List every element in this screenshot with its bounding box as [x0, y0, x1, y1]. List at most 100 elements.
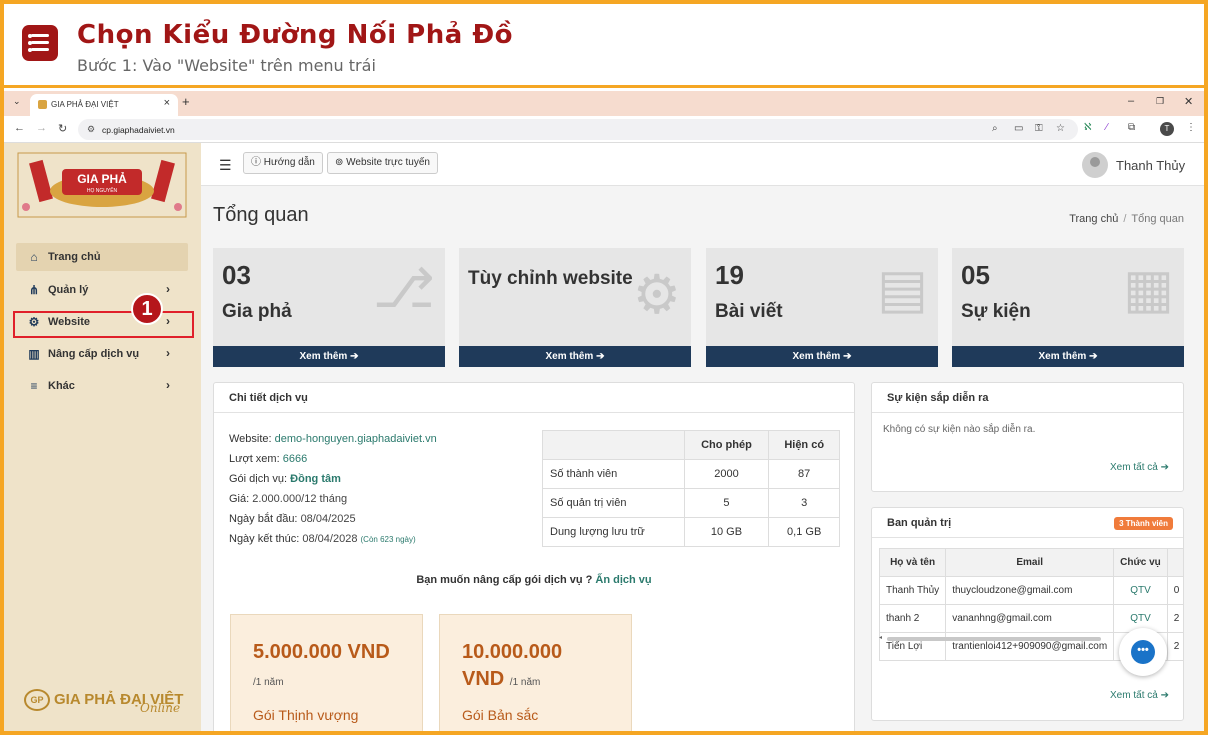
end-row: Ngày kết thúc: 08/04/2028 (Còn 623 ngày): [229, 533, 416, 545]
sidebar: GIA PHẢ HỌ NGUYỄN ⌂ Trang chủ ⋔ Quản lý …: [4, 143, 201, 731]
website-online-label: Website trực tuyến: [346, 157, 430, 168]
highlight-box: [13, 311, 194, 338]
sidebar-item-label: Khác: [48, 380, 75, 392]
browser-tab-bar: ⌄ GIA PHẢ ĐẠI VIỆT × + – ❐ ✕: [4, 91, 1204, 116]
info-icon: ⓘ: [251, 157, 261, 168]
tab-list-icon[interactable]: ⌄: [13, 96, 21, 107]
quota-table: Cho phép Hiện có Số thành viên 2000 87 Số …: [542, 430, 840, 547]
see-all-link[interactable]: Xem tất cả ➔: [1110, 690, 1169, 701]
sidebar-item-other[interactable]: ≡ Khác ›: [16, 372, 188, 400]
footer-online: Online: [140, 701, 181, 715]
site-settings-icon[interactable]: ⚙: [87, 124, 95, 135]
breadcrumb-current: Tổng quan: [1131, 213, 1184, 225]
card-more-button[interactable]: Xem thêm ➔: [706, 346, 938, 367]
plan-row: Gói dịch vụ: Đồng tâm: [229, 473, 341, 485]
table-row: Thanh Thủy thuycloudzone@gmail.com QTV 0: [878, 576, 1183, 605]
more-menu-icon[interactable]: ⋮: [1186, 122, 1196, 133]
pen-extension-icon[interactable]: ∕: [1106, 122, 1108, 133]
guide-button[interactable]: ⓘ Hướng dẫn: [243, 152, 323, 174]
empty-message: Không có sự kiện nào sắp diễn ra.: [883, 424, 1036, 435]
chevron-right-icon: ›: [166, 378, 170, 392]
stat-card-family: 03 Gia phả ⎇ Xem thêm ➔: [213, 248, 445, 367]
close-tab-icon[interactable]: ×: [164, 97, 170, 109]
footer-logo-badge: GP: [24, 689, 50, 711]
sidebar-item-label: Nâng cấp dịch vụ: [48, 348, 140, 360]
avatar: [1082, 152, 1108, 178]
tab-title: GIA PHẢ ĐẠI VIỆT: [51, 100, 119, 109]
package-card[interactable]: 5.000.000 VND/1 năm Gói Thịnh vượng: [230, 614, 423, 734]
card-number: 03: [222, 260, 251, 290]
sidebar-item-label: Trang chủ: [48, 251, 101, 263]
status-badge: 3 Thành viên: [1114, 517, 1173, 530]
hamburger-icon[interactable]: ☰: [219, 157, 232, 174]
chat-icon: •••: [1131, 640, 1155, 664]
tutorial-title: Chọn Kiểu Đường Nối Phả Đồ: [77, 20, 513, 50]
card-more-button[interactable]: Xem thêm ➔: [952, 346, 1184, 367]
gears-icon: ⚙: [632, 265, 681, 325]
family-logo: GIA PHẢ HỌ NGUYỄN: [17, 152, 187, 218]
calendar-icon: ▦: [1122, 259, 1174, 319]
price-row: Giá: 2.000.000/12 tháng: [229, 493, 348, 505]
list-icon: ≡: [30, 379, 38, 393]
cast-icon[interactable]: ▭: [1014, 123, 1023, 134]
admins-panel: Ban quản trị 3 Thành viên Họ và tên Email…: [871, 507, 1184, 721]
sidebar-item-manage[interactable]: ⋔ Quản lý ›: [16, 276, 188, 304]
see-all-link[interactable]: Xem tất cả ➔: [1110, 462, 1169, 473]
card-number: 05: [961, 260, 990, 290]
page-title: Tổng quan: [213, 204, 309, 226]
browser-tab[interactable]: GIA PHẢ ĐẠI VIỆT ×: [30, 94, 178, 116]
card-label: Bài viết: [715, 301, 783, 322]
card-more-button[interactable]: Xem thêm ➔: [213, 346, 445, 367]
guide-label: Hướng dẫn: [263, 157, 315, 168]
start-row: Ngày bắt đầu: 08/04/2025: [229, 513, 356, 525]
package-card[interactable]: 10.000.000 VND /1 năm Gói Bản sắc: [439, 614, 632, 734]
card-label: Tùy chỉnh website: [468, 268, 633, 289]
top-bar: ☰ ⓘ Hướng dẫn ⊚ Website trực tuyến Thanh…: [201, 143, 1204, 186]
footer-logo: GP GIA PHẢ ĐẠI VIỆT Online: [24, 689, 183, 715]
chat-support-button[interactable]: •••: [1119, 628, 1167, 676]
zoom-icon[interactable]: ⌕: [992, 123, 998, 134]
events-panel: Sự kiện sắp diễn ra Không có sự kiện nào…: [871, 382, 1184, 492]
sidebar-item-label: Quản lý: [48, 284, 89, 296]
sidebar-item-home[interactable]: ⌂ Trang chủ: [16, 243, 188, 271]
minimize-icon[interactable]: –: [1128, 95, 1134, 107]
forward-icon[interactable]: →: [36, 122, 47, 134]
step-badge: 1: [131, 293, 163, 325]
password-key-icon[interactable]: ⚿: [1035, 123, 1043, 134]
close-window-icon[interactable]: ✕: [1184, 95, 1193, 108]
website-link[interactable]: demo-honguyen.giaphadaiviet.vn: [275, 433, 437, 445]
panel-title: Chi tiết dịch vụ: [214, 383, 854, 413]
globe-icon: ⊚: [335, 157, 344, 168]
list-icon: [22, 25, 58, 61]
sidebar-item-upgrade[interactable]: ▥ Nâng cấp dịch vụ ›: [16, 340, 188, 368]
bookmark-star-icon[interactable]: ☆: [1056, 123, 1065, 134]
table-row: Số thành viên 2000 87: [542, 459, 840, 489]
restore-icon[interactable]: ❐: [1156, 96, 1164, 107]
stat-card-events: 05 Sự kiện ▦ Xem thêm ➔: [952, 248, 1184, 367]
tutorial-header: Chọn Kiểu Đường Nối Phả Đồ Bước 1: Vào "…: [4, 4, 1204, 88]
svg-text:GIA PHẢ: GIA PHẢ: [77, 171, 127, 186]
breadcrumb-home[interactable]: Trang chủ: [1069, 213, 1118, 225]
reload-icon[interactable]: ↻: [58, 122, 67, 135]
svg-text:HỌ NGUYỄN: HỌ NGUYỄN: [87, 187, 118, 194]
bars-icon: ▥: [28, 347, 40, 361]
stat-card-posts: 19 Bài viết ▤ Xem thêm ➔: [706, 248, 938, 367]
website-online-button[interactable]: ⊚ Website trực tuyến: [327, 152, 438, 174]
puzzle-icon[interactable]: ⧉: [1128, 122, 1135, 133]
url-field[interactable]: ⚙ cp.giaphadaiviet.vn ⌕ ▭ ⚿ ☆: [78, 119, 1078, 140]
profile-avatar[interactable]: T: [1160, 122, 1174, 136]
extension-icon[interactable]: ℵ: [1084, 122, 1091, 133]
card-more-button[interactable]: Xem thêm ➔: [459, 346, 691, 367]
card-number: 19: [715, 260, 744, 290]
newspaper-icon: ▤: [876, 259, 928, 319]
table-row: Số quản trị viên 5 3: [542, 488, 840, 518]
back-icon[interactable]: ←: [14, 122, 25, 134]
card-label: Gia phả: [222, 301, 292, 322]
new-tab-icon[interactable]: +: [182, 94, 190, 109]
url-text: cp.giaphadaiviet.vn: [102, 125, 175, 135]
upgrade-link[interactable]: Ấn dịch vụ: [595, 574, 651, 586]
user-menu[interactable]: Thanh Thủy: [1082, 152, 1190, 178]
favicon-icon: [38, 100, 47, 109]
panel-title: Sự kiện sắp diễn ra: [872, 383, 1183, 413]
home-icon: ⌂: [30, 250, 38, 264]
